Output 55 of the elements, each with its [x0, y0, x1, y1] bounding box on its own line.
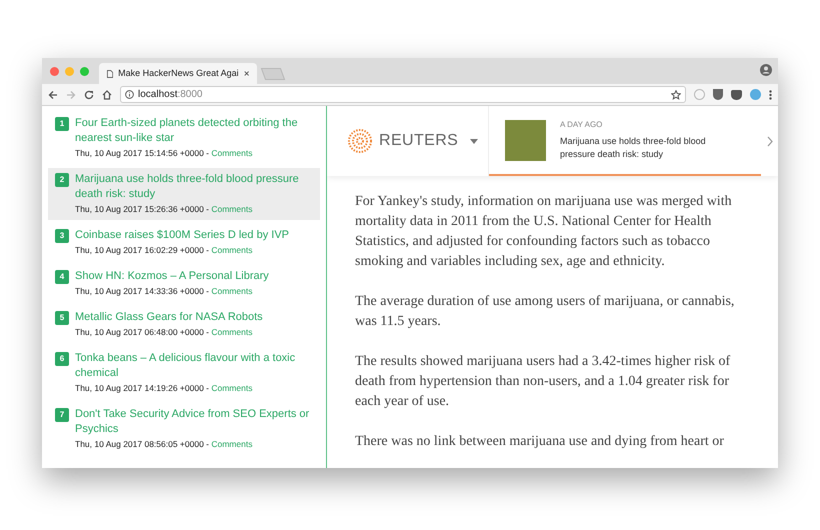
- story-date: Thu, 10 Aug 2017 14:19:26 +0000 -: [75, 382, 210, 395]
- rank-badge: 7: [55, 408, 69, 422]
- comments-link[interactable]: Comments: [211, 147, 252, 160]
- story-title-link[interactable]: Coinbase raises $100M Series D led by IVP: [75, 228, 289, 243]
- close-tab-icon[interactable]: [244, 70, 249, 77]
- comments-link[interactable]: Comments: [211, 382, 252, 395]
- article-paragraph: There was no link between marijuana use and dying from heart or: [355, 433, 725, 451]
- story-title-link[interactable]: Show HN: Kozmos – A Personal Library: [75, 269, 269, 284]
- page-icon: [107, 68, 114, 78]
- bookmark-star-icon[interactable]: [671, 90, 681, 100]
- rank-badge: 6: [55, 352, 69, 366]
- story-time: A DAY AGO: [560, 119, 604, 131]
- article-paragraph: For Yankey's study, information on marijuana use was merged with mortality data in 2011 from the U.S. National Center for Health Statistics, and adjusted for confounding factors such as tobacco smoking and variables including sex, age and ethnicity.: [355, 193, 733, 271]
- profile-icon[interactable]: [760, 64, 772, 76]
- site-name: REUTERS: [379, 131, 458, 151]
- story-date: Thu, 10 Aug 2017 16:02:29 +0000 -: [75, 244, 210, 257]
- story-title-link[interactable]: Don't Take Security Advice from SEO Experts or Psychics: [75, 407, 313, 437]
- rank-badge: 5: [55, 311, 69, 325]
- story-row-highlight[interactable]: 2 Marijuana use holds three-fold blood pressure death risk: study Thu, 10 Aug 2017 15:26:36 +0000 - Comments: [48, 168, 320, 220]
- story-headline: Marijuana use holds three-fold blood pressure death risk: study: [560, 135, 707, 161]
- comments-link[interactable]: Comments: [211, 244, 252, 257]
- address-bar[interactable]: localhost:8000: [120, 86, 686, 103]
- reuters-logo-icon: [347, 128, 373, 154]
- article-paragraph: The average duration of use among users of marijuana, or cannabis, was 11.5 years.: [355, 293, 736, 331]
- reload-icon[interactable]: [84, 90, 94, 100]
- rank-badge: 1: [55, 117, 69, 131]
- tab-title: Make HackerNews Great Agai: [118, 66, 239, 80]
- dropdown-caret-icon[interactable]: [470, 138, 478, 144]
- menu-icon[interactable]: [769, 90, 772, 100]
- rank-badge: 2: [55, 173, 69, 187]
- close-window-icon[interactable]: [50, 66, 59, 76]
- article-paragraph: The results showed marijuana users had a 3.42-times higher risk of death from hypertension than non-users, and a 1.04 greater risk for each year of use.: [355, 353, 732, 411]
- comments-link[interactable]: Comments: [211, 326, 252, 339]
- story-date: Thu, 10 Aug 2017 08:56:05 +0000 -: [75, 438, 210, 451]
- extension-icon[interactable]: [750, 89, 761, 100]
- comments-link[interactable]: Comments: [211, 285, 252, 298]
- story-date: Thu, 10 Aug 2017 15:26:36 +0000 -: [75, 203, 210, 216]
- story-title-link[interactable]: Four Earth-sized planets detected orbiting the nearest sun-like star: [75, 116, 313, 146]
- related-story-card[interactable]: A DAY AGO Marijuana use holds three-fold blood pressure death risk: study: [489, 106, 761, 176]
- story-title-link[interactable]: Tonka beans – A delicious flavour with a toxic chemical: [75, 351, 313, 381]
- comments-link[interactable]: Comments: [211, 438, 252, 451]
- rank-badge: 3: [55, 229, 69, 243]
- story-date: Thu, 10 Aug 2017 14:33:36 +0000 -: [75, 285, 210, 298]
- browser-tab[interactable]: Make HackerNews Great Agai: [99, 63, 257, 84]
- back-icon[interactable]: [48, 90, 58, 100]
- story-date: Thu, 10 Aug 2017 06:48:00 +0000 -: [75, 326, 210, 339]
- photo-placeholder: [505, 120, 546, 160]
- url-text: localhost:8000: [138, 88, 204, 102]
- story-title-link[interactable]: Marijuana use holds three-fold blood pressure death risk: study: [75, 172, 313, 202]
- rank-badge: 4: [55, 270, 69, 284]
- story-date: Thu, 10 Aug 2017 15:14:56 +0000 -: [75, 147, 210, 160]
- home-icon[interactable]: [102, 90, 112, 100]
- comments-link[interactable]: Comments: [211, 203, 252, 216]
- info-icon[interactable]: [125, 90, 134, 99]
- story-title-link[interactable]: Metallic Glass Gears for NASA Robots: [75, 310, 263, 325]
